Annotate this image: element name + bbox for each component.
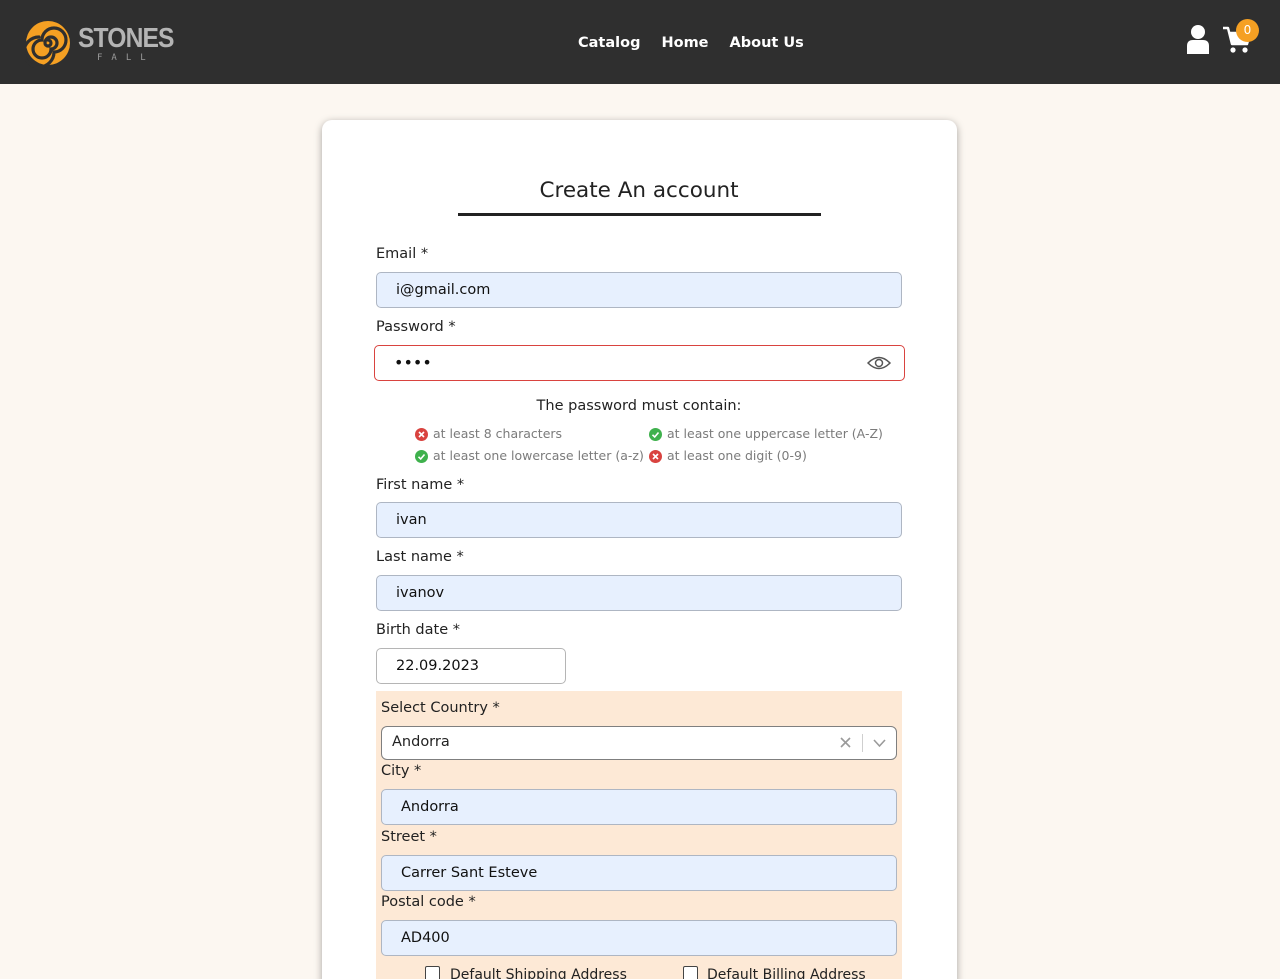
default-shipping-label: Default Shipping Address (450, 967, 627, 979)
show-password-eye-icon[interactable] (867, 354, 891, 372)
clear-icon[interactable] (838, 735, 853, 750)
password-hint: The password must contain: (536, 398, 742, 414)
rule-digit: at least one digit (0-9) (649, 448, 807, 464)
rule-lowercase: at least one lowercase letter (a-z) (415, 448, 644, 464)
password-field[interactable]: •••• (374, 345, 905, 381)
street-label: Street * (381, 829, 437, 845)
default-shipping-checkbox[interactable] (425, 966, 440, 979)
user-icon[interactable] (1186, 24, 1210, 54)
rule-text: at least 8 characters (433, 426, 563, 441)
rule-text: at least one uppercase letter (A-Z) (667, 426, 883, 441)
country-select[interactable]: Andorra (381, 726, 897, 760)
default-billing-checkbox[interactable] (683, 966, 698, 979)
city-field[interactable]: Andorra (381, 789, 897, 825)
street-field[interactable]: Carrer Sant Esteve (381, 855, 897, 891)
rule-uppercase: at least one uppercase letter (A-Z) (649, 426, 883, 442)
logo-text: STONES (78, 22, 174, 53)
error-icon (415, 427, 428, 441)
city-label: City * (381, 763, 422, 779)
nav-catalog[interactable]: Catalog (578, 33, 640, 53)
site-header: STONES FALL Catalog Home About Us 0 (0, 0, 1280, 84)
nav-about-us[interactable]: About Us (730, 33, 804, 53)
last-name-field[interactable]: ivanov (376, 575, 902, 611)
email-label: Email * (376, 246, 429, 262)
cart-count-badge: 0 (1236, 19, 1259, 42)
country-label: Select Country * (381, 700, 500, 716)
error-icon (649, 449, 662, 463)
postal-code-label: Postal code * (381, 894, 476, 910)
password-label: Password * (376, 319, 456, 335)
nav-home[interactable]: Home (661, 33, 708, 53)
default-billing-label: Default Billing Address (707, 967, 866, 979)
title-underline (458, 213, 821, 216)
select-separator (862, 734, 863, 752)
first-name-field[interactable]: ivan (376, 502, 902, 538)
chevron-down-icon[interactable] (872, 736, 887, 750)
postal-code-field[interactable]: AD400 (381, 920, 897, 956)
email-field[interactable]: i@gmail.com (376, 272, 902, 308)
page-title: Create An account (539, 178, 739, 203)
spiral-logo-icon (25, 21, 70, 68)
main-nav: Catalog Home About Us (578, 33, 804, 53)
birth-date-field[interactable]: 22.09.2023 (376, 648, 566, 684)
rule-text: at least one digit (0-9) (667, 448, 807, 463)
first-name-label: First name * (376, 477, 465, 493)
rule-text: at least one lowercase letter (a-z) (433, 448, 644, 463)
last-name-label: Last name * (376, 549, 464, 565)
birth-date-label: Birth date * (376, 622, 460, 638)
logo-subtext: FALL (97, 53, 155, 63)
logo[interactable]: STONES FALL (25, 20, 174, 68)
check-icon (649, 427, 662, 441)
check-icon (415, 449, 428, 463)
rule-min-length: at least 8 characters (415, 426, 562, 442)
